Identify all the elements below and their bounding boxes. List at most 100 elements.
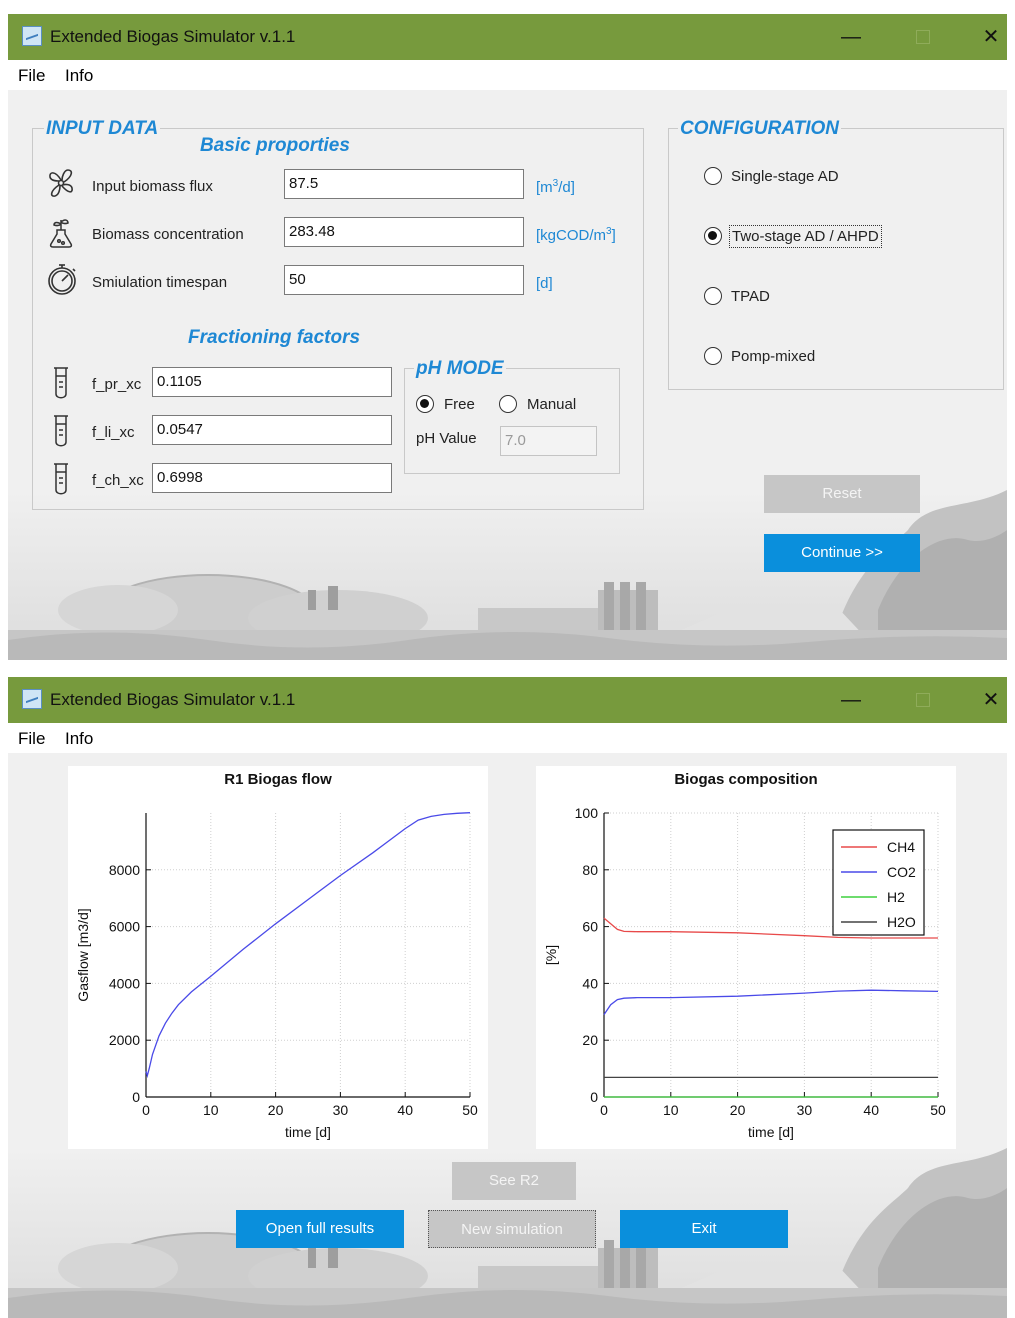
biogas-composition-chart: Biogas composition 0 10 20 30 40 50 0 20 40 60 80 1… [536, 766, 956, 1149]
window-title: Extended Biogas Simulator v.1.1 [50, 27, 296, 46]
input-biomass-flux-field[interactable]: 87.5 [284, 169, 524, 199]
see-r2-button[interactable]: See R2 [452, 1162, 576, 1200]
open-full-results-button[interactable]: Open full results [236, 1210, 404, 1248]
close-button[interactable]: ✕ [976, 22, 1006, 52]
f-ch-xc-label: f_ch_xc [92, 472, 144, 489]
y-tick-label: 0 [590, 1089, 598, 1105]
close-button[interactable]: ✕ [976, 685, 1006, 715]
results-window: Extended Biogas Simulator v.1.1 — ✕ File… [8, 677, 1007, 1318]
series-line-co2 [603, 989, 939, 1015]
chart-title: R1 Biogas flow [224, 771, 332, 788]
ph-value-label: pH Value [416, 430, 477, 447]
menu-info[interactable]: Info [65, 66, 93, 86]
y-tick-label: 4000 [109, 975, 140, 991]
maximize-icon [916, 30, 930, 44]
ph-free-radio[interactable] [416, 395, 434, 413]
x-tick-label: 50 [930, 1102, 946, 1118]
x-tick-label: 40 [397, 1102, 413, 1118]
x-tick-label: 10 [203, 1102, 219, 1118]
exit-button[interactable]: Exit [620, 1210, 788, 1248]
f-pr-xc-label: f_pr_xc [92, 376, 142, 393]
input-data-heading: INPUT DATA [44, 118, 161, 140]
simulation-timespan-field[interactable]: 50 [284, 265, 524, 295]
y-tick-label: 100 [575, 805, 599, 821]
chart-title: Biogas composition [674, 771, 818, 788]
ph-manual-label[interactable]: Manual [527, 396, 576, 413]
legend-label: CH4 [887, 839, 915, 855]
x-tick-label: 20 [730, 1102, 746, 1118]
fan-icon [49, 169, 73, 197]
new-simulation-button[interactable]: New simulation [428, 1210, 596, 1248]
config-tpad-label[interactable]: TPAD [731, 288, 770, 305]
menu-info[interactable]: Info [65, 729, 93, 749]
menu-file[interactable]: File [18, 66, 45, 86]
window-title: Extended Biogas Simulator v.1.1 [50, 690, 296, 709]
minimize-button[interactable]: — [836, 22, 866, 52]
x-tick-label: 0 [600, 1102, 608, 1118]
app-icon [22, 26, 42, 46]
biogas-composition-plot: 0 10 20 30 40 50 0 20 40 60 80 100 time [d] [%] CH4 CO2… [543, 805, 946, 1140]
title-bar: Extended Biogas Simulator v.1.1 — ✕ [8, 677, 1007, 723]
y-tick-label: 40 [582, 975, 598, 991]
simulation-timespan-label: Smiulation timespan [92, 274, 228, 291]
config-tpad-radio[interactable] [704, 287, 722, 305]
config-pomp-mixed-radio[interactable] [704, 347, 722, 365]
y-tick-label: 8000 [109, 862, 140, 878]
maximize-button[interactable] [908, 22, 938, 52]
biogas-flow-plot: 0 10 20 30 40 50 0 2000 4000 6000 8000 time [d] Gasf… [75, 812, 478, 1140]
stopwatch-icon [48, 264, 76, 295]
biomass-concentration-field[interactable]: 283.48 [284, 217, 524, 247]
reset-button[interactable]: Reset [764, 475, 920, 513]
y-tick-label: 60 [582, 919, 598, 935]
input-window: Extended Biogas Simulator v.1.1 — ✕ File… [8, 14, 1007, 660]
legend-label: CO2 [887, 864, 916, 880]
series-line-flow [145, 812, 471, 1079]
menu-bar: File Info [8, 60, 1007, 90]
config-two-stage-label[interactable]: Two-stage AD / AHPD [729, 225, 882, 248]
x-axis-label: time [d] [748, 1124, 794, 1140]
maximize-button[interactable] [908, 685, 938, 715]
configuration-heading: CONFIGURATION [678, 118, 842, 140]
test-tube-icon [54, 415, 68, 447]
ph-mode-heading: pH MODE [414, 358, 506, 380]
y-tick-label: 0 [132, 1089, 140, 1105]
menu-file[interactable]: File [18, 729, 45, 749]
y-tick-label: 2000 [109, 1032, 140, 1048]
biomass-concentration-label: Biomass concentration [92, 226, 244, 243]
f-pr-xc-field[interactable]: 0.1105 [152, 367, 392, 397]
ph-free-label[interactable]: Free [444, 396, 475, 413]
y-axis-label: Gasflow [m3/d] [75, 908, 91, 1001]
app-icon [22, 689, 42, 709]
f-li-xc-field[interactable]: 0.0547 [152, 415, 392, 445]
biomass-concentration-unit: [kgCOD/m3] [536, 226, 616, 244]
y-tick-label: 6000 [109, 919, 140, 935]
y-axis-label: [%] [543, 945, 559, 965]
x-tick-label: 20 [268, 1102, 284, 1118]
config-single-stage-radio[interactable] [704, 167, 722, 185]
input-biomass-flux-label: Input biomass flux [92, 178, 213, 195]
continue-button[interactable]: Continue >> [764, 534, 920, 572]
plant-flask-icon [49, 219, 73, 248]
config-two-stage-radio[interactable] [704, 227, 722, 245]
f-ch-xc-field[interactable]: 0.6998 [152, 463, 392, 493]
legend-label: H2 [887, 889, 905, 905]
test-tube-icon [54, 367, 68, 399]
ph-manual-radio[interactable] [499, 395, 517, 413]
config-single-stage-label[interactable]: Single-stage AD [731, 168, 839, 185]
maximize-icon [916, 693, 930, 707]
f-li-xc-label: f_li_xc [92, 424, 135, 441]
menu-bar: File Info [8, 723, 1007, 753]
y-tick-label: 20 [582, 1032, 598, 1048]
ph-mode-group [404, 368, 620, 474]
legend-label: H2O [887, 914, 916, 930]
x-tick-label: 0 [142, 1102, 150, 1118]
minimize-button[interactable]: — [836, 685, 866, 715]
landscape-background [8, 490, 1007, 660]
x-tick-label: 10 [663, 1102, 679, 1118]
x-tick-label: 30 [333, 1102, 349, 1118]
biogas-flow-chart: R1 Biogas flow 0 10 20 30 40 50 0 2000 4000 6000 8… [68, 766, 488, 1149]
title-bar: Extended Biogas Simulator v.1.1 — ✕ [8, 14, 1007, 60]
x-axis-label: time [d] [285, 1124, 331, 1140]
fractioning-factors-heading: Fractioning factors [188, 327, 361, 348]
config-pomp-mixed-label[interactable]: Pomp-mixed [731, 348, 815, 365]
